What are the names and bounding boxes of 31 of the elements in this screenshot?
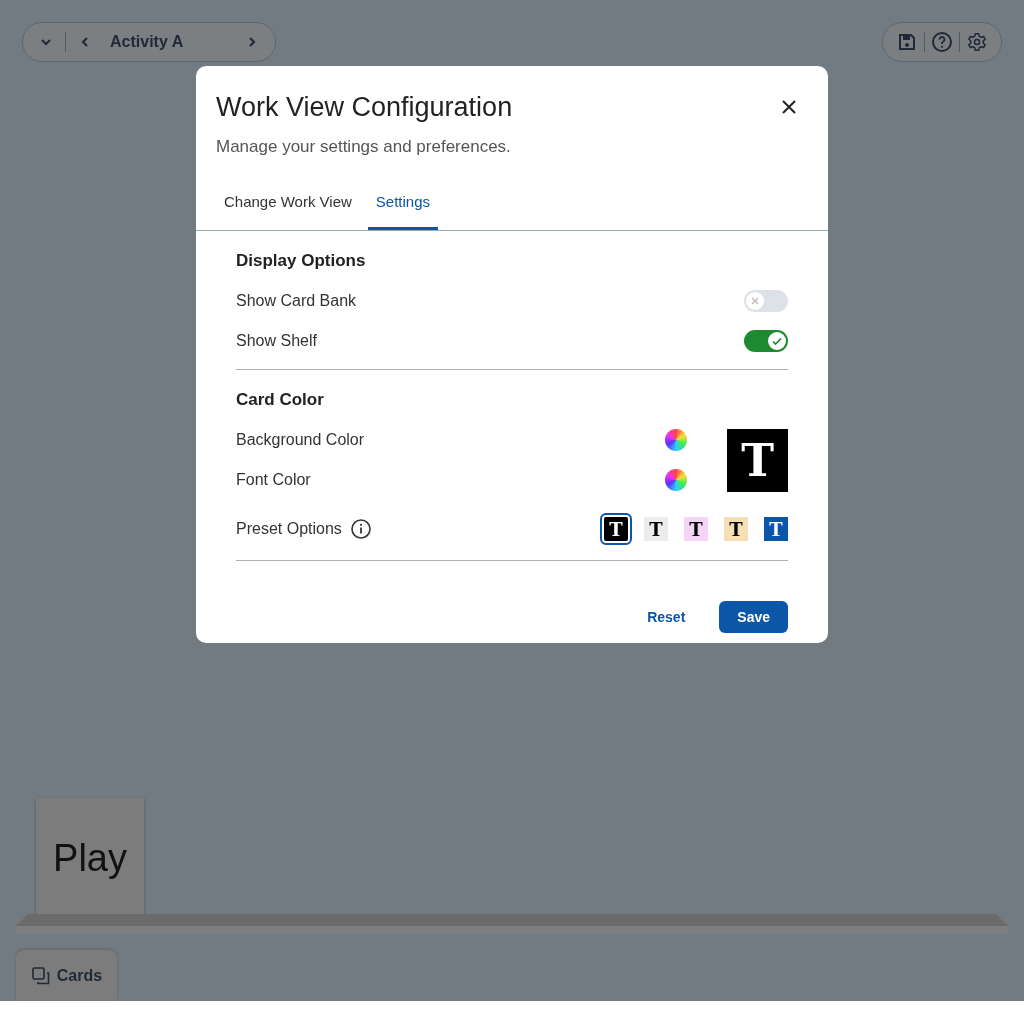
dialog-tab[interactable]: Change Work View [216, 179, 360, 230]
color-label: Font Color [236, 471, 311, 489]
help-icon [931, 31, 953, 53]
activity-title: Activity A [109, 33, 185, 51]
preset-swatch[interactable]: T [724, 517, 748, 541]
color-wheel-button[interactable] [665, 469, 687, 491]
dialog-title: Work View Configuration [216, 92, 513, 123]
section-heading: Card Color [236, 390, 325, 410]
toggle-switch[interactable] [744, 290, 788, 312]
section-heading: Display Options [236, 251, 367, 271]
dialog-tab[interactable]: Settings [367, 179, 439, 230]
cross-icon [750, 296, 760, 306]
checkmark-icon [771, 335, 783, 347]
preset-swatch[interactable]: T [644, 517, 668, 541]
card-preview: T [727, 428, 788, 492]
toggle-label: Show Shelf [236, 332, 317, 350]
close-icon [782, 100, 796, 114]
toggle-switch[interactable] [744, 330, 788, 352]
stacked-squares-icon [30, 965, 51, 986]
cards-tab[interactable]: Cards [16, 950, 117, 1001]
save-button[interactable]: Save [719, 601, 788, 633]
info-icon [349, 518, 372, 540]
toggle-label: Show Card Bank [236, 292, 357, 310]
preset-swatch[interactable]: T [684, 517, 708, 541]
color-label: Background Color [236, 431, 365, 449]
preset-label: Preset Options [236, 520, 342, 538]
settings-icon [967, 32, 987, 52]
dialog-subtitle: Manage your settings and preferences. [216, 137, 512, 157]
color-wheel-button[interactable] [665, 429, 687, 451]
reset-button[interactable]: Reset [647, 609, 686, 625]
preset-swatch[interactable]: T [764, 517, 788, 541]
